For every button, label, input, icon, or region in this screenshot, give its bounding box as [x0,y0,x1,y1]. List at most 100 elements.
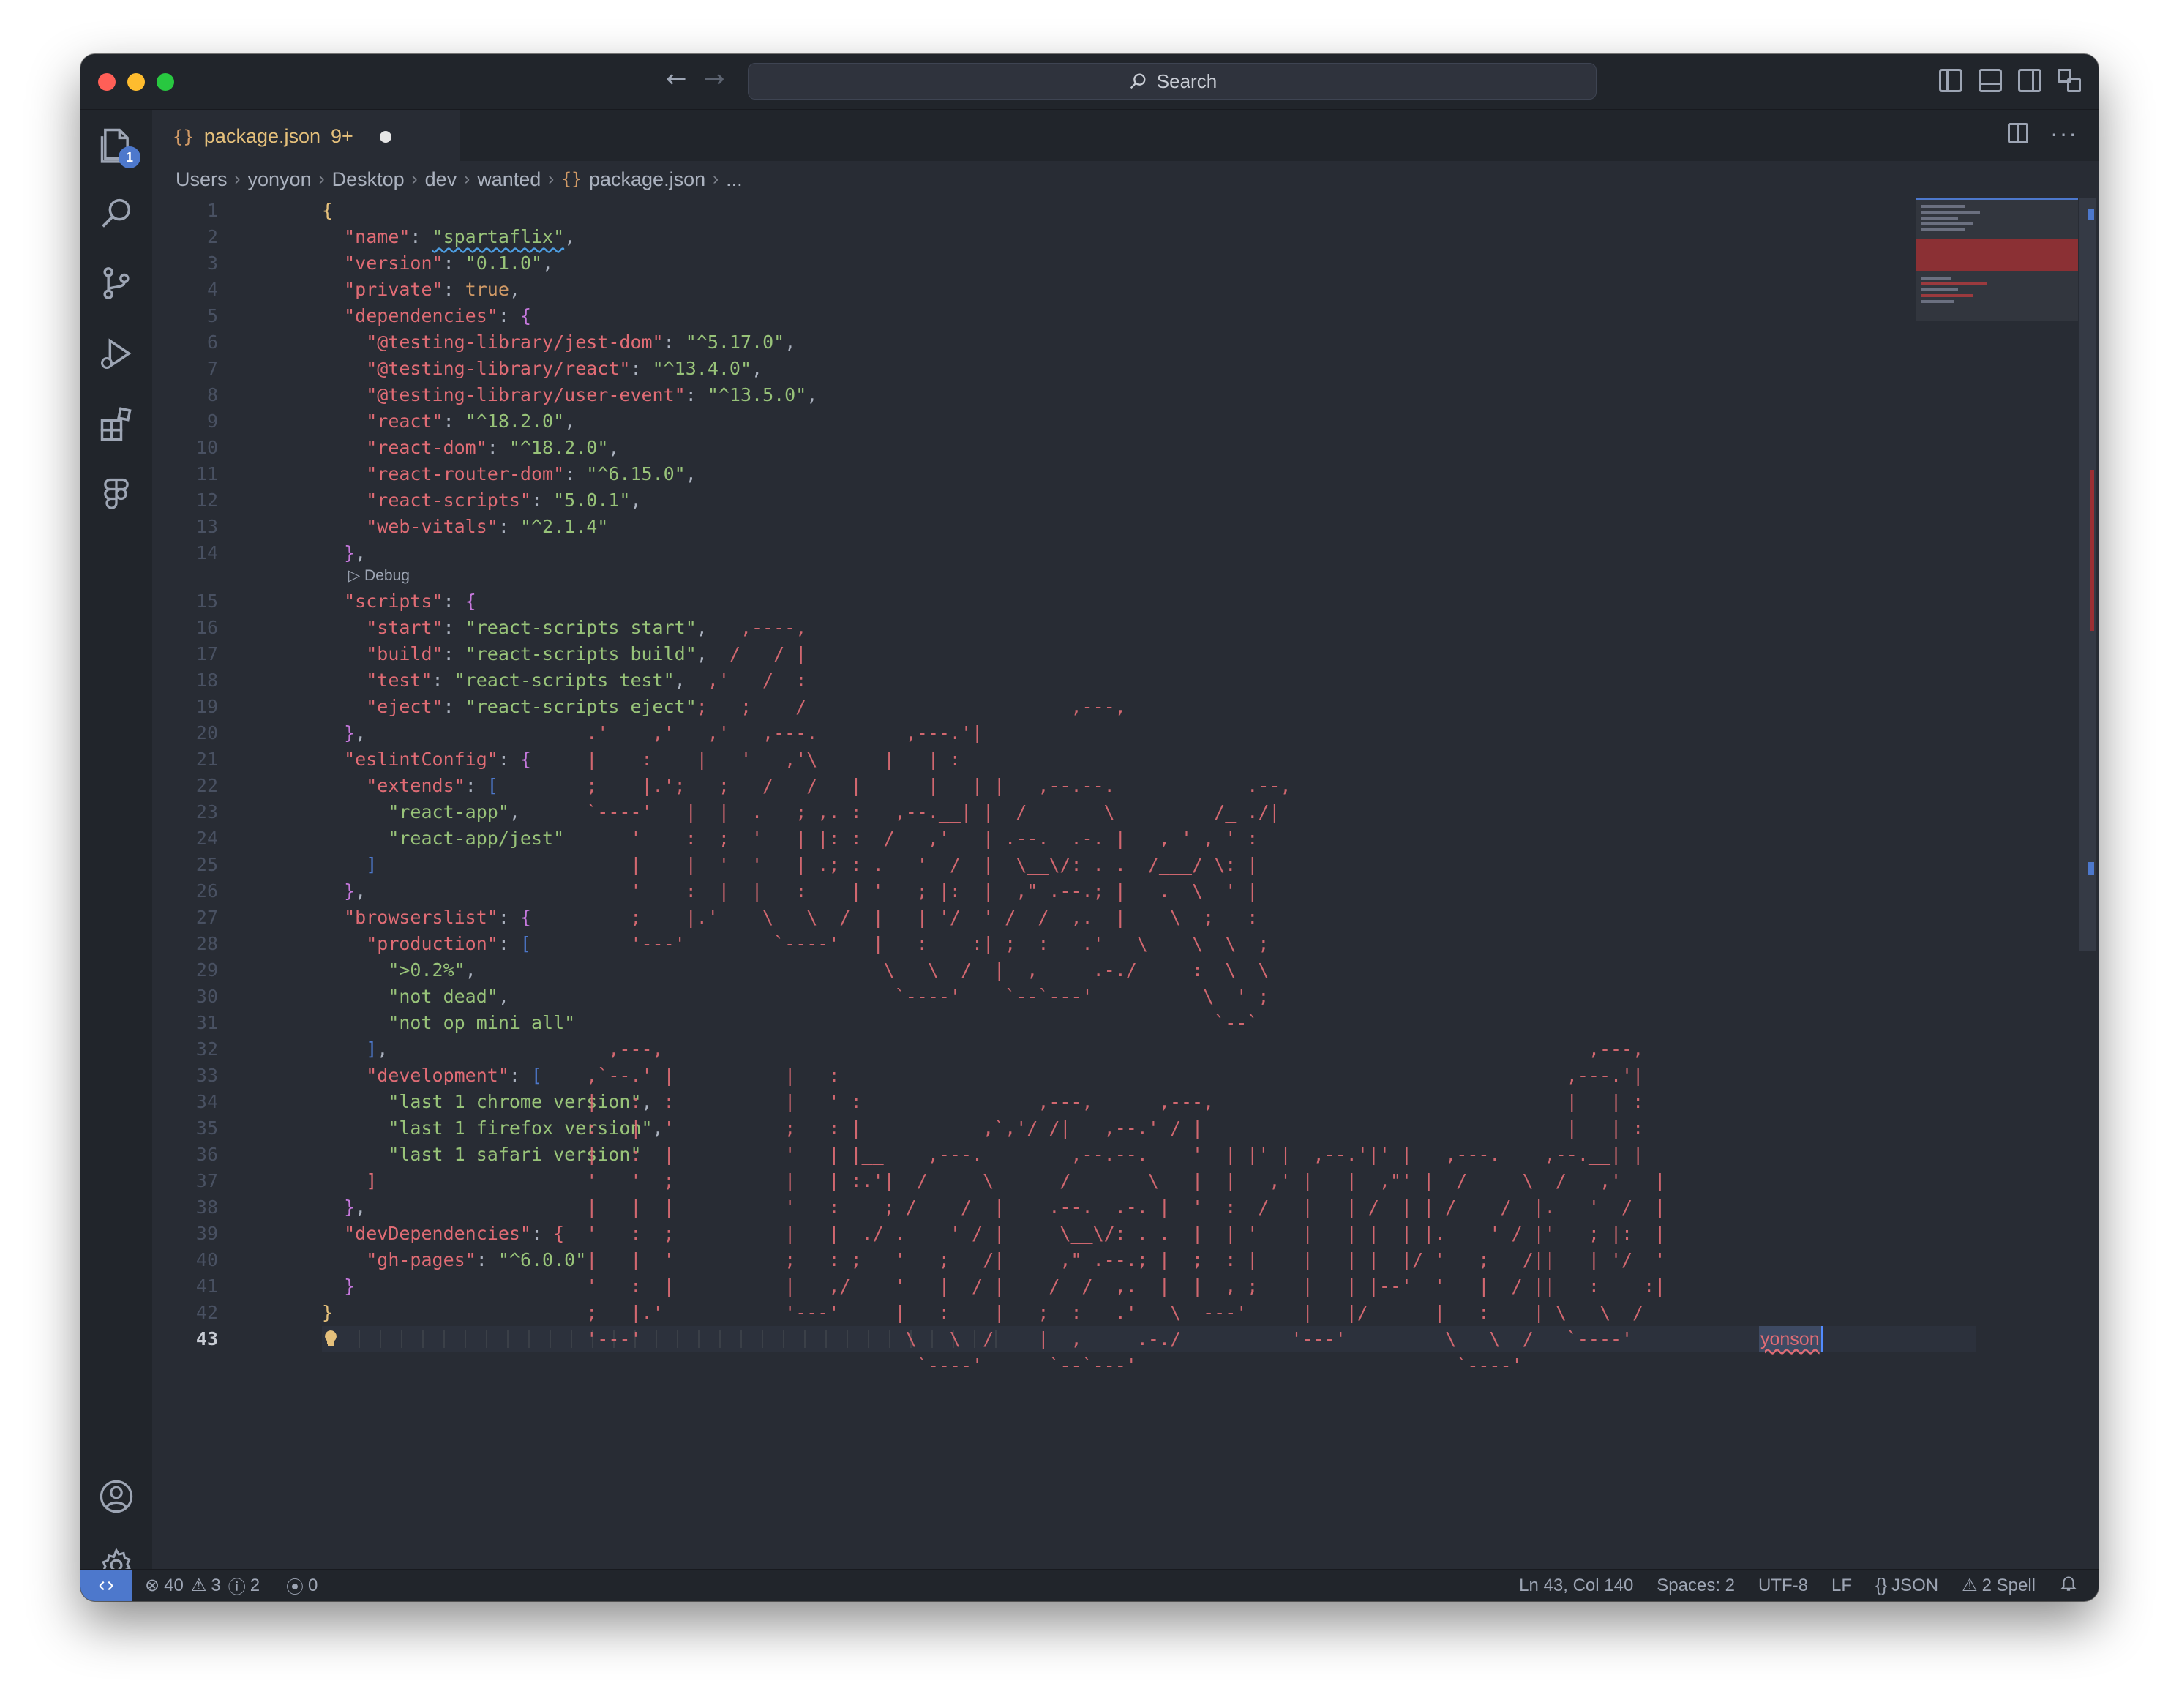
tab-filename: package.json [203,125,321,147]
breadcrumb-yonyon[interactable]: yonyon [248,168,312,191]
code-line-4: "private": true, [344,279,520,300]
json-file-icon: {} [173,126,194,147]
cursor-position[interactable]: Ln 43, Col 140 [1519,1576,1633,1596]
toggle-secondary-sidebar-icon[interactable] [2018,69,2041,92]
line-number: 7 [206,358,218,379]
ascii-art-line: `----' | | . ; ,. : ,--.__| | / \ /_ ./| [322,801,1280,823]
tab-problem-count: 9+ [331,125,353,147]
ascii-art-line: | : : | ' : ,---, ,---, | | : [322,1091,1644,1112]
end-of-line[interactable]: LF [1831,1576,1852,1596]
tab-package-json[interactable]: {} package.json 9+ [152,110,460,161]
language-mode[interactable]: {} JSON [1875,1576,1938,1596]
minimap[interactable] [1916,198,2084,322]
error-count: ⊗ 40 [145,1575,184,1596]
ascii-art-line: ; ; / ,---, [322,696,1126,717]
command-center-search[interactable]: Search [748,63,1597,100]
warning-icon: ⚠ [1962,1576,1978,1595]
code-line-2: "name": "spartaflix", [344,226,576,247]
activity-bar: 1 [80,110,152,1583]
ascii-art-line: .'____,' ,' ,---. ,---.'| [322,722,983,743]
problems-summary[interactable]: ⊗ 40 ⚠ 3 ⓘ 2 ⦿ 0 [145,1573,318,1598]
line-number: 3 [206,252,218,274]
line-number: 9 [206,411,218,432]
line-number: 28 [195,933,218,954]
breadcrumb-desktop[interactable]: Desktop [332,168,405,191]
ascii-art-line: ; |.'; ; / / | | | | ,--.--. .--, [322,775,1291,796]
json-file-icon: {} [561,170,582,189]
line-number: 21 [195,749,218,770]
forward-arrow-icon[interactable]: → [704,64,725,94]
code-line-10: "react-dom": "^18.2.0", [366,437,620,458]
close-window-button[interactable] [98,73,116,91]
remote-indicator[interactable] [80,1569,132,1601]
line-number: 37 [195,1170,218,1191]
ascii-art-line: ,---, ,---, [322,1038,1644,1060]
spell-check[interactable]: ⚠ 2 Spell [1962,1575,2036,1596]
run-debug-icon[interactable] [97,334,136,373]
split-editor-icon[interactable] [2008,123,2029,143]
error-icon: ⊗ [145,1576,160,1595]
ascii-art-line: '---' \ \ / | , .-./ '---' \ \ / `----' [322,1328,1633,1349]
minimize-window-button[interactable] [127,73,145,91]
ascii-art-line: | | | ' : ; / / | .--. .-. | ' : / | | /… [322,1196,1666,1218]
unsaved-dot-icon[interactable] [379,130,391,143]
broadcast-icon: ⦿ [286,1578,304,1597]
search-view-icon[interactable] [97,193,136,233]
layout-controls [1939,69,2081,92]
line-number: 5 [206,305,218,326]
line-number: 32 [195,1038,218,1060]
line-number: 22 [195,775,218,796]
figma-icon[interactable] [97,474,136,514]
code-line-9: "react": "^18.2.0", [366,411,576,432]
debug-codelens[interactable]: ▷ Debug [348,565,410,587]
line-number: 20 [195,722,218,743]
indentation[interactable]: Spaces: 2 [1657,1576,1735,1596]
maximize-window-button[interactable] [157,73,174,91]
ascii-art-line: / / | [322,643,807,664]
ports-count[interactable]: ⦿ 0 [286,1573,318,1598]
line-number: 33 [195,1065,218,1086]
cursor-word[interactable]: yonson [1759,1326,1823,1352]
chevron-right-icon: › [411,169,418,189]
more-actions-icon[interactable]: ··· [2050,121,2078,145]
line-number: 2 [206,226,218,247]
breadcrumb-users[interactable]: Users [176,168,228,191]
line-number: 17 [195,643,218,664]
line-number: 11 [195,463,218,484]
accounts-icon[interactable] [97,1477,136,1516]
back-arrow-icon[interactable]: ← [666,64,687,94]
customize-layout-icon[interactable] [2058,69,2081,92]
explorer-badge: 1 [119,146,140,168]
chevron-right-icon: › [713,169,719,189]
line-number: 30 [195,986,218,1007]
search-placeholder: Search [1156,70,1218,92]
breadcrumb-symbol[interactable]: ... [726,168,743,191]
line-number: 35 [195,1117,218,1139]
chevron-right-icon: › [464,169,470,189]
line-number: 24 [195,828,218,849]
line-number: 34 [195,1091,218,1112]
breadcrumb-wanted[interactable]: wanted [477,168,541,191]
scrollbar-marker [2088,209,2094,220]
warning-icon: ⚠ [190,1576,207,1595]
code-line-5: "dependencies": { [344,305,531,326]
json-language-icon: {} [1875,1575,1888,1595]
ascii-art-line: `----' `--`---' \ ' ; [322,986,1269,1007]
encoding[interactable]: UTF-8 [1758,1576,1808,1596]
code-editor[interactable]: 1 2 3 4 5 6 7 8 9 10 11 12 13 14 15 16 17 18 19 20 21 22 23 24 2… [152,198,2099,1569]
code-line-12: "react-scripts": "5.0.1", [366,490,642,511]
ascii-art-line: ' : ; ' | |: : / ,' | .--. .-. | , ' , '… [322,828,1259,849]
line-number: 16 [195,617,218,638]
remote-icon [99,1581,113,1590]
line-number: 23 [195,801,218,823]
toggle-primary-sidebar-icon[interactable] [1939,69,1962,92]
ascii-art-line: ,`--.' | | : ,---.'| [322,1065,1644,1086]
breadcrumb-dev[interactable]: dev [425,168,457,191]
notifications-bell-icon[interactable] [2059,1573,2078,1597]
toggle-panel-icon[interactable] [1979,69,2002,92]
breadcrumb-file[interactable]: package.json [589,168,705,191]
line-number: 41 [195,1276,218,1297]
extensions-icon[interactable] [97,404,136,443]
explorer-icon[interactable]: 1 [97,124,140,168]
source-control-icon[interactable] [97,263,136,303]
